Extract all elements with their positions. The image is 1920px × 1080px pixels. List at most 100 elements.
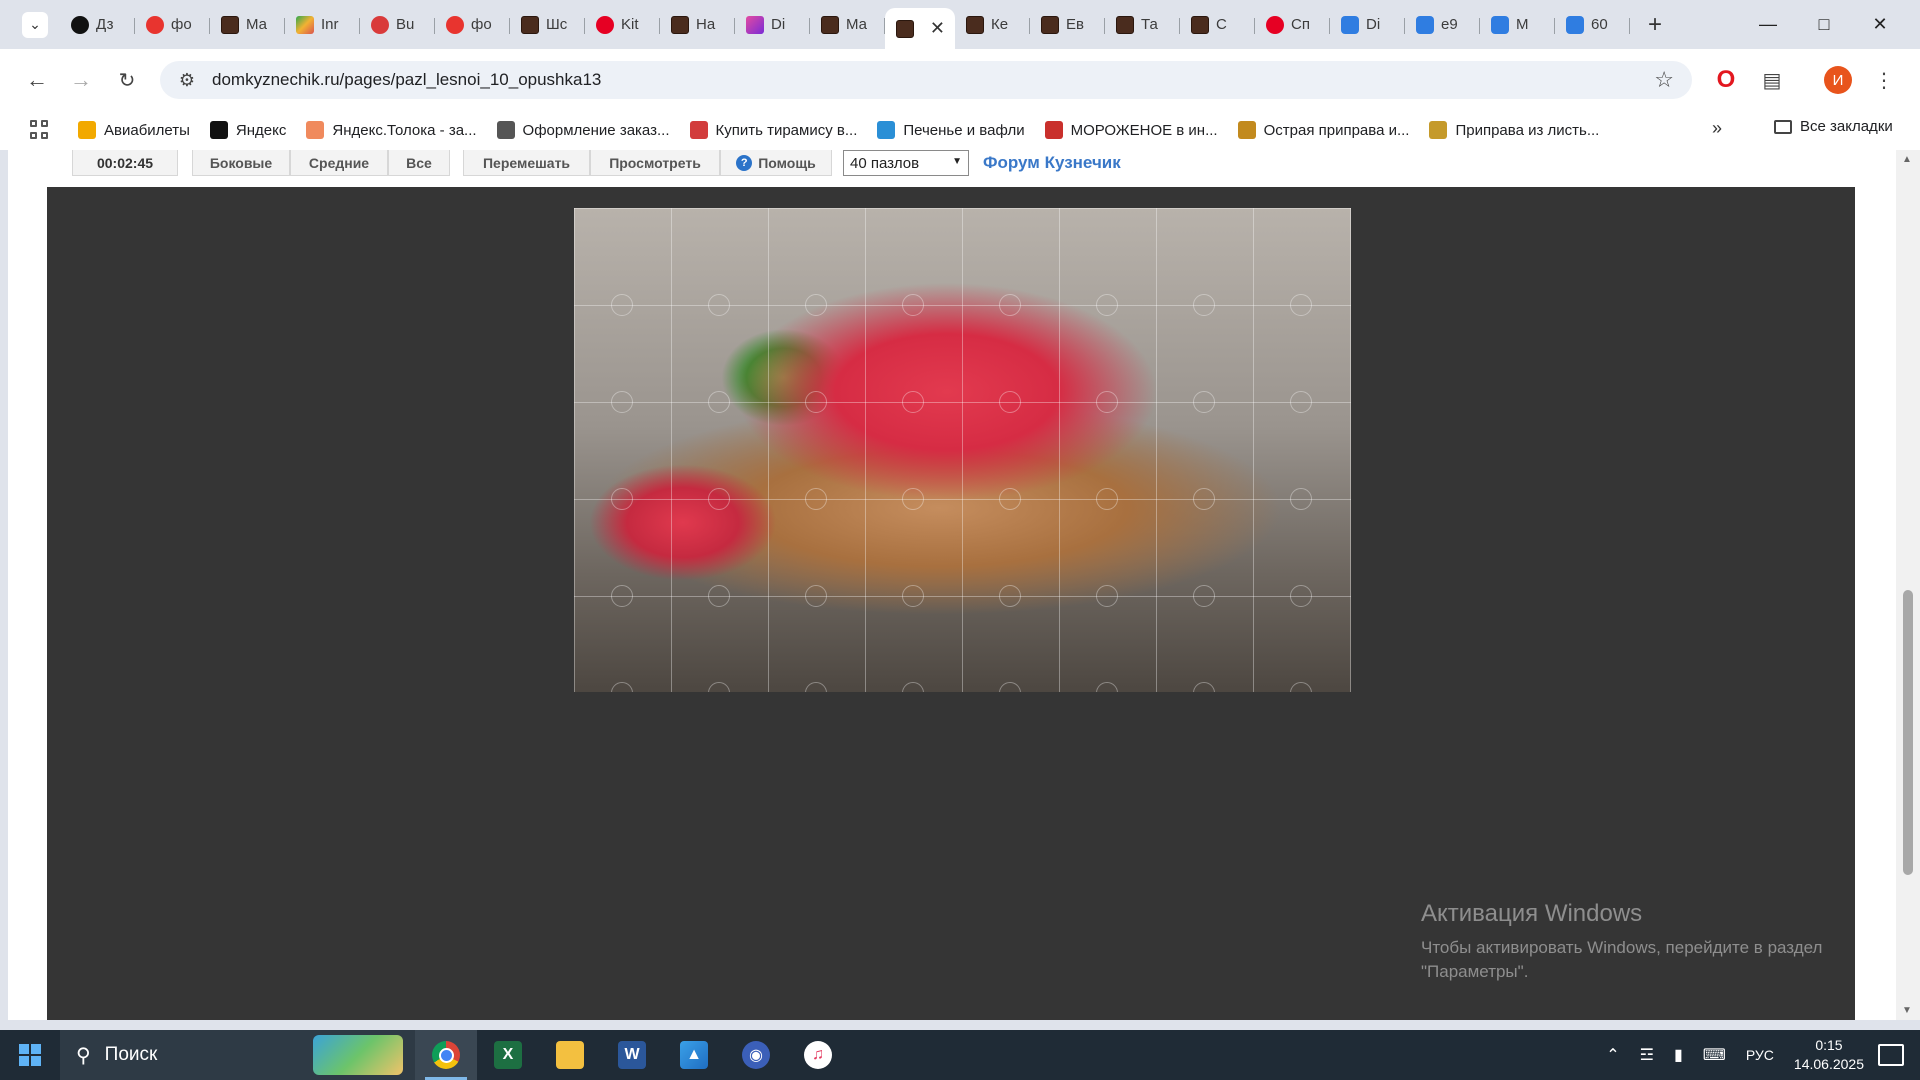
maximize-button[interactable]: □ [1796, 0, 1852, 49]
help-button[interactable]: ? Помощь [720, 150, 832, 176]
bookmark-item[interactable]: МОРОЖЕНОЕ в ин... [1044, 121, 1218, 139]
close-window-button[interactable]: ✕ [1852, 0, 1908, 49]
explorer-taskbar-icon[interactable] [539, 1030, 601, 1080]
tab[interactable]: С [1180, 7, 1255, 43]
tab[interactable]: фо [135, 7, 210, 43]
photos-taskbar-icon[interactable]: ▲ [663, 1030, 725, 1080]
all-pieces-button[interactable]: Все [388, 150, 450, 176]
puzzle-piece-knob [999, 488, 1021, 510]
bookmark-item[interactable]: Острая приправа и... [1237, 121, 1409, 139]
tab-label: Сп [1291, 16, 1310, 33]
blue-icon [1416, 15, 1434, 34]
tab[interactable]: Inr [285, 7, 360, 43]
back-button[interactable]: ← [22, 65, 52, 95]
media-taskbar-icon[interactable]: ◉ [725, 1030, 787, 1080]
profile-avatar[interactable]: И [1822, 64, 1854, 96]
spice-icon [1237, 121, 1256, 139]
forward-button[interactable]: → [66, 65, 96, 95]
bookmarks-overflow-icon[interactable]: » [1712, 118, 1722, 139]
bookmark-label: Яндекс.Толока - за... [332, 121, 477, 139]
notifications-icon[interactable] [1878, 1044, 1904, 1066]
minimize-button[interactable]: — [1740, 0, 1796, 49]
tab[interactable]: e9 [1405, 7, 1480, 43]
tab[interactable]: M [1480, 7, 1555, 43]
reload-button[interactable]: ↻ [112, 65, 142, 95]
middle-pieces-button[interactable]: Средние [290, 150, 388, 176]
close-tab-icon[interactable]: ✕ [930, 18, 945, 39]
scroll-up-icon[interactable]: ▲ [1902, 154, 1912, 165]
tab[interactable]: Bu [360, 7, 435, 43]
bookmark-item[interactable]: Купить тирамису в... [689, 121, 857, 139]
photos-icon: ▲ [680, 1041, 708, 1069]
address-bar[interactable]: ⚙ domkyznechik.ru/pages/pazl_lesnoi_10_o… [160, 61, 1692, 99]
tab[interactable]: фо [435, 7, 510, 43]
puzzle-piece-knob [1096, 294, 1118, 316]
forum-link[interactable]: Форум Кузнечик [983, 150, 1121, 176]
tab[interactable]: Di [1330, 7, 1405, 43]
itunes-taskbar-icon[interactable]: ♫ [787, 1030, 849, 1080]
tab[interactable]: Ма [210, 7, 285, 43]
page-scrollbar[interactable]: ▲ ▼ [1896, 150, 1920, 1020]
battery-icon[interactable]: ▮ [1674, 1045, 1683, 1065]
shuffle-button[interactable]: Перемешать [463, 150, 590, 176]
keyboard-icon[interactable]: ⌨ [1703, 1045, 1726, 1065]
tab-search-button[interactable]: ⌄ [22, 11, 48, 38]
word-taskbar-icon[interactable]: W [601, 1030, 663, 1080]
bookmark-item[interactable]: Оформление заказ... [496, 121, 670, 139]
start-button[interactable] [0, 1030, 60, 1080]
chrome-taskbar-icon[interactable] [415, 1030, 477, 1080]
tab[interactable]: На [660, 7, 735, 43]
chevron-up-icon[interactable]: ⌃ [1606, 1045, 1619, 1065]
tab[interactable]: Ев [1030, 7, 1105, 43]
puzzle-stage[interactable] [47, 187, 1855, 1020]
puzzle-piece-knob [708, 391, 730, 413]
tab[interactable]: Ке [955, 7, 1030, 43]
tab[interactable]: Сп [1255, 7, 1330, 43]
puzzle-controls: 00:02:45 Боковые Средние Все Перемешать … [8, 150, 1896, 187]
puzzle-piece-knob [902, 488, 924, 510]
bookmark-label: Приправа из листь... [1455, 121, 1600, 139]
language-indicator[interactable]: РУС [1746, 1047, 1774, 1063]
taskbar-search[interactable]: ⚲ Поиск [60, 1030, 415, 1080]
tab-active[interactable]: ✕ [885, 8, 955, 49]
extensions-icon[interactable]: ▤ [1756, 64, 1788, 96]
opera-extension-icon[interactable]: O [1710, 64, 1742, 96]
apps-grid-icon[interactable] [30, 120, 50, 140]
puzzle-piece-knob [805, 488, 827, 510]
letter-icon [1044, 121, 1063, 139]
excel-taskbar-icon[interactable]: X [477, 1030, 539, 1080]
scrollbar-thumb[interactable] [1903, 590, 1913, 875]
tab[interactable]: Ма [810, 7, 885, 43]
preview-button[interactable]: Просмотреть [590, 150, 720, 176]
bookmark-item[interactable]: Яндекс.Толока - за... [306, 121, 477, 139]
tab[interactable]: 60 [1555, 7, 1630, 43]
clock[interactable]: 0:15 14.06.2025 [1794, 1036, 1864, 1074]
tab-label: Дз [96, 16, 114, 33]
pieces-count-select[interactable]: 40 пазлов ▼ [843, 150, 969, 176]
chrome-icon [432, 1041, 460, 1069]
tab-label: фо [471, 16, 492, 33]
bookmark-item[interactable]: Приправа из листь... [1429, 121, 1599, 139]
puzzle-piece-knob [999, 391, 1021, 413]
scroll-down-icon[interactable]: ▼ [1902, 1005, 1912, 1016]
site-info-icon[interactable]: ⚙ [176, 70, 198, 91]
network-icon[interactable]: ☲ [1640, 1045, 1654, 1065]
menu-kebab-icon[interactable]: ⋮ [1868, 64, 1900, 96]
tab-label: фо [171, 16, 192, 33]
tab[interactable]: Шс [510, 7, 585, 43]
bookmark-item[interactable]: Яндекс [209, 121, 286, 139]
tab[interactable]: Дз [60, 7, 135, 43]
chevron-down-icon: ⌄ [29, 16, 41, 32]
tab[interactable]: Та [1105, 7, 1180, 43]
puzzle-piece-knob [805, 391, 827, 413]
bookmark-star-icon[interactable]: ☆ [1654, 67, 1674, 93]
bookmark-item[interactable]: Печенье и вафли [877, 121, 1025, 139]
all-bookmarks-button[interactable]: Все закладки [1774, 118, 1893, 135]
tab[interactable]: Kit [585, 7, 660, 43]
tab[interactable]: Di [735, 7, 810, 43]
bookmark-item[interactable]: Авиабилеты [78, 121, 190, 139]
side-pieces-button[interactable]: Боковые [192, 150, 290, 176]
puzzle-board[interactable] [574, 208, 1351, 692]
new-tab-button[interactable]: + [1640, 11, 1670, 39]
address-url[interactable]: domkyznechik.ru/pages/pazl_lesnoi_10_opu… [212, 70, 601, 90]
